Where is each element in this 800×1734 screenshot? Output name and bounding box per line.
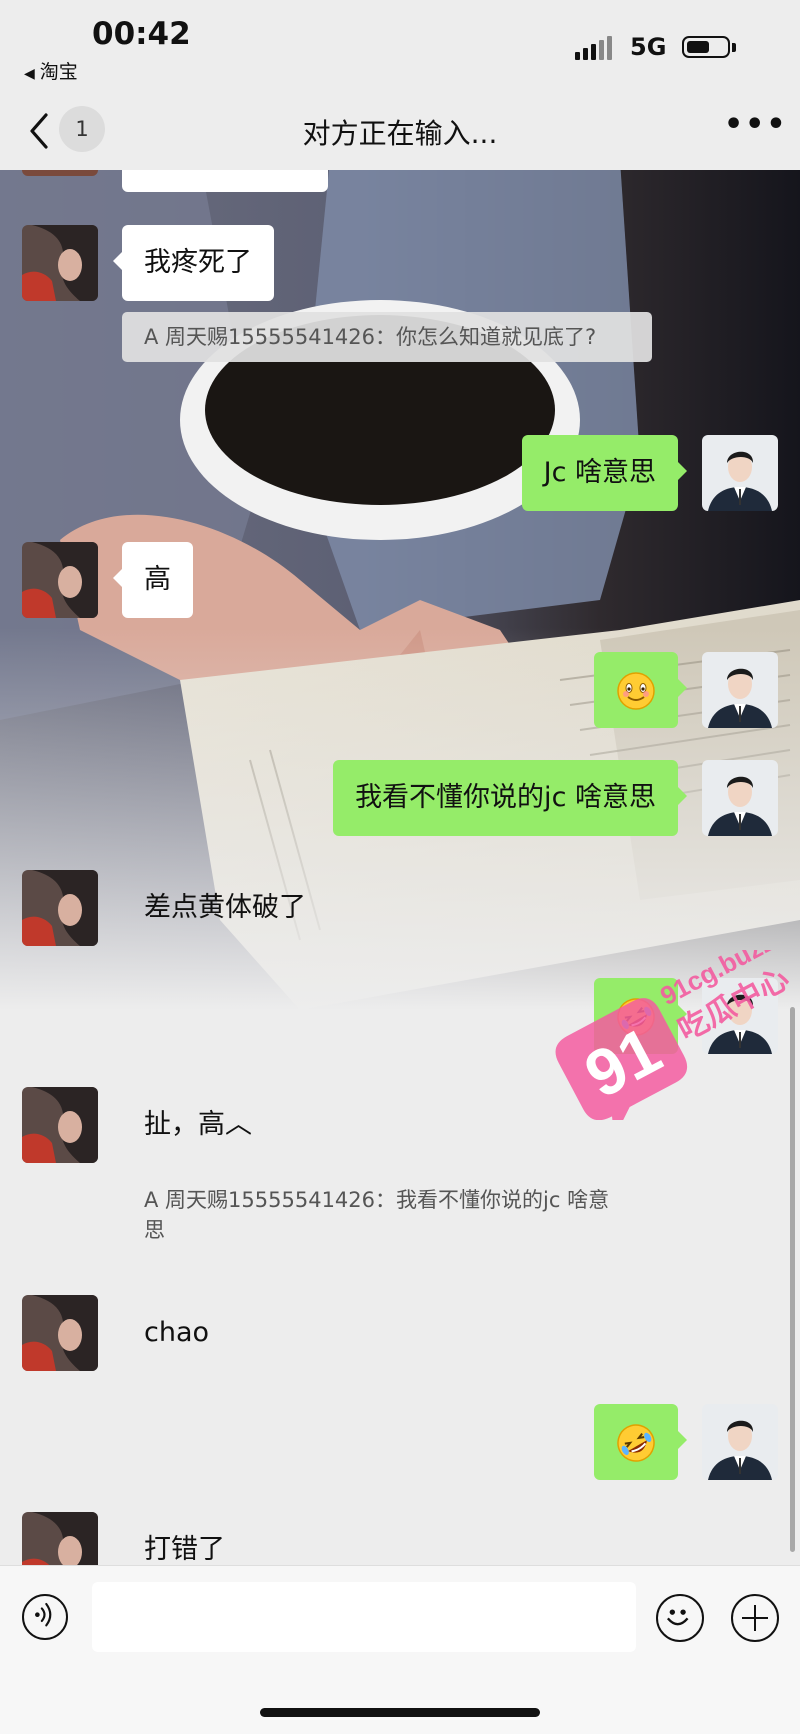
message-bubble[interactable]: 高	[113, 542, 193, 618]
message-bubble-emoji[interactable]	[594, 652, 687, 728]
back-triangle-icon: ◀	[24, 66, 35, 82]
chat-message-list[interactable]: 我疼死了 A 周天赐15555541426：你怎么知道就见底了? Jc 啥意思 …	[0, 170, 800, 1565]
more-button[interactable]: •••	[724, 110, 786, 145]
emoji-button[interactable]	[656, 1594, 704, 1642]
rolling-laughing-emoji	[617, 1423, 655, 1462]
chat-nav-bar: 对方正在输入... 1 •••	[0, 95, 800, 170]
contact-avatar[interactable]	[22, 542, 98, 618]
status-time: 00:42	[92, 16, 191, 52]
message-bubble[interactable]: 差点黄体破了	[122, 870, 328, 946]
chat-background-photo	[0, 170, 800, 1010]
home-indicator[interactable]	[260, 1708, 540, 1717]
message-input[interactable]	[92, 1582, 636, 1652]
message-bubble[interactable]: chao	[122, 1295, 231, 1371]
contact-avatar[interactable]	[22, 225, 98, 301]
contact-avatar[interactable]	[22, 1087, 98, 1163]
plus-button[interactable]	[731, 1594, 779, 1642]
back-app-label: 淘宝	[39, 61, 78, 83]
message-bubble-emoji[interactable]	[594, 1404, 687, 1480]
input-bar	[0, 1565, 800, 1734]
voice-icon	[35, 1602, 52, 1627]
emoji-icon	[666, 1609, 689, 1626]
message-bubble[interactable]: 扯，高︿	[122, 1087, 274, 1163]
signal-icon	[575, 34, 617, 60]
my-avatar[interactable]	[702, 652, 778, 728]
my-avatar[interactable]	[702, 760, 778, 836]
contact-avatar[interactable]	[22, 1295, 98, 1371]
drooling-face-emoji	[617, 671, 655, 710]
network-type: 5G	[630, 33, 667, 61]
quoted-message[interactable]: A 周天赐15555541426：你怎么知道就见底了?	[122, 312, 652, 362]
message-bubble[interactable]: 我疼死了	[113, 225, 274, 301]
partial-bubble	[122, 170, 328, 192]
status-bar: 00:42 ◀ 淘宝 5G	[0, 0, 800, 95]
quoted-message[interactable]: A 周天赐15555541426：我看不懂你说的jc 啥意思	[122, 1175, 652, 1255]
back-to-app-link[interactable]: ◀ 淘宝	[24, 57, 78, 84]
my-avatar[interactable]	[702, 435, 778, 511]
partial-avatar	[22, 170, 98, 176]
battery-tip	[732, 43, 736, 52]
my-avatar[interactable]	[702, 1404, 778, 1480]
contact-avatar[interactable]	[22, 1512, 98, 1565]
chevron-left-icon	[30, 113, 48, 149]
contact-avatar[interactable]	[22, 870, 98, 946]
more-icon: •••	[724, 107, 788, 142]
voice-button[interactable]	[22, 1594, 68, 1640]
back-button[interactable]	[24, 109, 64, 153]
message-bubble[interactable]: Jc 啥意思	[521, 435, 688, 511]
message-bubble[interactable]: 我看不懂你说的jc 啥意思	[333, 760, 687, 836]
scrollbar[interactable]	[790, 1007, 795, 1552]
battery-icon	[682, 36, 730, 58]
chat-title: 对方正在输入...	[302, 117, 498, 150]
unread-count-badge: 1	[59, 106, 105, 152]
watermark-logo: 91 91cg.buzz 吃瓜中心	[555, 950, 790, 1120]
message-bubble[interactable]: 打错了	[122, 1512, 247, 1565]
